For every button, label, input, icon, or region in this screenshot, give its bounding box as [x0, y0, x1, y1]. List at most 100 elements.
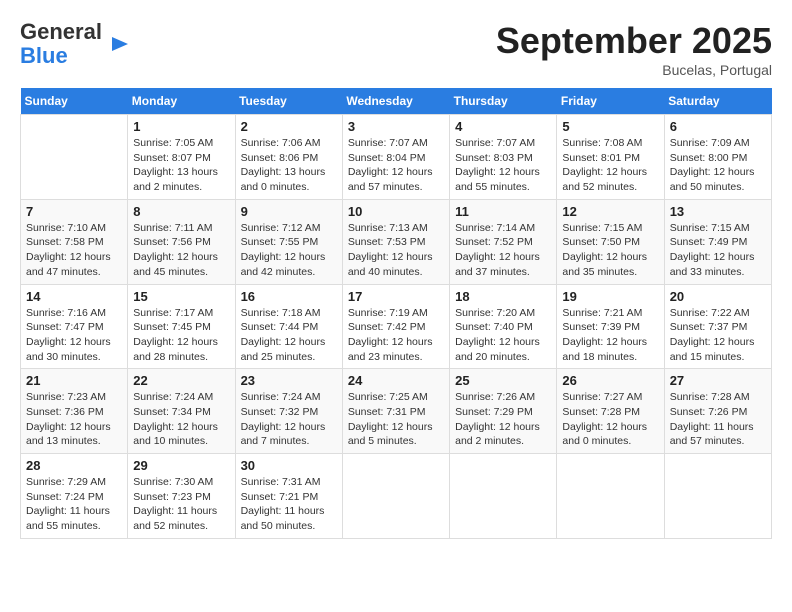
calendar-cell: 8 Sunrise: 7:11 AM Sunset: 7:56 PM Daylig… [128, 199, 235, 284]
calendar-cell: 9 Sunrise: 7:12 AM Sunset: 7:55 PM Daylig… [235, 199, 342, 284]
day-number: 3 [348, 119, 444, 134]
logo-blue: Blue [20, 43, 68, 68]
page-header: General Blue September 2025 Bucelas, Por… [20, 20, 772, 78]
title-block: September 2025 Bucelas, Portugal [496, 20, 772, 78]
calendar-cell: 7 Sunrise: 7:10 AM Sunset: 7:58 PM Daylig… [21, 199, 128, 284]
day-number: 20 [670, 289, 766, 304]
day-number: 5 [562, 119, 658, 134]
calendar-cell [664, 454, 771, 539]
day-number: 23 [241, 373, 337, 388]
calendar-cell [21, 115, 128, 200]
day-number: 4 [455, 119, 551, 134]
calendar-cell: 14 Sunrise: 7:16 AM Sunset: 7:47 PM Dayli… [21, 284, 128, 369]
calendar-table: SundayMondayTuesdayWednesdayThursdayFrid… [20, 88, 772, 539]
day-info: Sunrise: 7:10 AM Sunset: 7:58 PM Dayligh… [26, 221, 122, 280]
day-info: Sunrise: 7:15 AM Sunset: 7:49 PM Dayligh… [670, 221, 766, 280]
day-number: 12 [562, 204, 658, 219]
calendar-cell: 21 Sunrise: 7:23 AM Sunset: 7:36 PM Dayli… [21, 369, 128, 454]
calendar-cell [342, 454, 449, 539]
day-info: Sunrise: 7:20 AM Sunset: 7:40 PM Dayligh… [455, 306, 551, 365]
day-number: 14 [26, 289, 122, 304]
calendar-cell: 5 Sunrise: 7:08 AM Sunset: 8:01 PM Daylig… [557, 115, 664, 200]
day-info: Sunrise: 7:24 AM Sunset: 7:32 PM Dayligh… [241, 390, 337, 449]
day-number: 15 [133, 289, 229, 304]
day-number: 16 [241, 289, 337, 304]
calendar-cell: 24Sunrise: 7:25 AM Sunset: 7:31 PM Dayli… [342, 369, 449, 454]
day-info: Sunrise: 7:31 AM Sunset: 7:21 PM Dayligh… [241, 475, 337, 534]
day-info: Sunrise: 7:05 AM Sunset: 8:07 PM Dayligh… [133, 136, 229, 195]
day-info: Sunrise: 7:13 AM Sunset: 7:53 PM Dayligh… [348, 221, 444, 280]
day-number: 21 [26, 373, 122, 388]
day-info: Sunrise: 7:09 AM Sunset: 8:00 PM Dayligh… [670, 136, 766, 195]
calendar-cell: 12 Sunrise: 7:15 AM Sunset: 7:50 PM Dayli… [557, 199, 664, 284]
day-number: 22 [133, 373, 229, 388]
day-info: Sunrise: 7:29 AM Sunset: 7:24 PM Dayligh… [26, 475, 122, 534]
day-number: 17 [348, 289, 444, 304]
day-number: 7 [26, 204, 122, 219]
calendar-cell: 19Sunrise: 7:21 AM Sunset: 7:39 PM Dayli… [557, 284, 664, 369]
day-number: 29 [133, 458, 229, 473]
calendar-cell: 1Sunrise: 7:05 AM Sunset: 8:07 PM Daylig… [128, 115, 235, 200]
column-header-saturday: Saturday [664, 88, 771, 115]
column-header-wednesday: Wednesday [342, 88, 449, 115]
day-info: Sunrise: 7:06 AM Sunset: 8:06 PM Dayligh… [241, 136, 337, 195]
calendar-cell [450, 454, 557, 539]
day-number: 27 [670, 373, 766, 388]
day-info: Sunrise: 7:08 AM Sunset: 8:01 PM Dayligh… [562, 136, 658, 195]
day-info: Sunrise: 7:28 AM Sunset: 7:26 PM Dayligh… [670, 390, 766, 449]
calendar-cell: 20 Sunrise: 7:22 AM Sunset: 7:37 PM Dayli… [664, 284, 771, 369]
logo: General Blue [20, 20, 130, 68]
day-number: 11 [455, 204, 551, 219]
calendar-cell: 10 Sunrise: 7:13 AM Sunset: 7:53 PM Dayli… [342, 199, 449, 284]
month-title: September 2025 [496, 20, 772, 62]
day-info: Sunrise: 7:07 AM Sunset: 8:04 PM Dayligh… [348, 136, 444, 195]
calendar-cell: 2 Sunrise: 7:06 AM Sunset: 8:06 PM Daylig… [235, 115, 342, 200]
day-info: Sunrise: 7:18 AM Sunset: 7:44 PM Dayligh… [241, 306, 337, 365]
day-number: 13 [670, 204, 766, 219]
calendar-cell: 18 Sunrise: 7:20 AM Sunset: 7:40 PM Dayli… [450, 284, 557, 369]
calendar-cell: 13 Sunrise: 7:15 AM Sunset: 7:49 PM Dayli… [664, 199, 771, 284]
calendar-cell: 22 Sunrise: 7:24 AM Sunset: 7:34 PM Dayli… [128, 369, 235, 454]
calendar-cell: 11 Sunrise: 7:14 AM Sunset: 7:52 PM Dayli… [450, 199, 557, 284]
day-info: Sunrise: 7:27 AM Sunset: 7:28 PM Dayligh… [562, 390, 658, 449]
day-number: 24 [348, 373, 444, 388]
calendar-cell: 17 Sunrise: 7:19 AM Sunset: 7:42 PM Dayli… [342, 284, 449, 369]
day-info: Sunrise: 7:11 AM Sunset: 7:56 PM Dayligh… [133, 221, 229, 280]
day-number: 2 [241, 119, 337, 134]
day-info: Sunrise: 7:30 AM Sunset: 7:23 PM Dayligh… [133, 475, 229, 534]
day-number: 10 [348, 204, 444, 219]
column-header-thursday: Thursday [450, 88, 557, 115]
calendar-cell: 16 Sunrise: 7:18 AM Sunset: 7:44 PM Dayli… [235, 284, 342, 369]
calendar-week-5: 28 Sunrise: 7:29 AM Sunset: 7:24 PM Dayli… [21, 454, 772, 539]
calendar-cell: 3 Sunrise: 7:07 AM Sunset: 8:04 PM Daylig… [342, 115, 449, 200]
day-info: Sunrise: 7:14 AM Sunset: 7:52 PM Dayligh… [455, 221, 551, 280]
day-info: Sunrise: 7:22 AM Sunset: 7:37 PM Dayligh… [670, 306, 766, 365]
calendar-week-1: 1Sunrise: 7:05 AM Sunset: 8:07 PM Daylig… [21, 115, 772, 200]
calendar-cell [557, 454, 664, 539]
calendar-cell: 25Sunrise: 7:26 AM Sunset: 7:29 PM Dayli… [450, 369, 557, 454]
day-info: Sunrise: 7:16 AM Sunset: 7:47 PM Dayligh… [26, 306, 122, 365]
day-info: Sunrise: 7:15 AM Sunset: 7:50 PM Dayligh… [562, 221, 658, 280]
calendar-cell: 26 Sunrise: 7:27 AM Sunset: 7:28 PM Dayli… [557, 369, 664, 454]
logo-icon [108, 33, 130, 55]
column-header-monday: Monday [128, 88, 235, 115]
day-info: Sunrise: 7:19 AM Sunset: 7:42 PM Dayligh… [348, 306, 444, 365]
day-number: 8 [133, 204, 229, 219]
column-header-tuesday: Tuesday [235, 88, 342, 115]
day-number: 26 [562, 373, 658, 388]
day-number: 30 [241, 458, 337, 473]
day-info: Sunrise: 7:21 AM Sunset: 7:39 PM Dayligh… [562, 306, 658, 365]
calendar-cell: 28 Sunrise: 7:29 AM Sunset: 7:24 PM Dayli… [21, 454, 128, 539]
calendar-cell: 29 Sunrise: 7:30 AM Sunset: 7:23 PM Dayli… [128, 454, 235, 539]
day-info: Sunrise: 7:24 AM Sunset: 7:34 PM Dayligh… [133, 390, 229, 449]
column-header-friday: Friday [557, 88, 664, 115]
day-number: 28 [26, 458, 122, 473]
day-number: 9 [241, 204, 337, 219]
calendar-cell: 6Sunrise: 7:09 AM Sunset: 8:00 PM Daylig… [664, 115, 771, 200]
day-number: 18 [455, 289, 551, 304]
calendar-cell: 15Sunrise: 7:17 AM Sunset: 7:45 PM Dayli… [128, 284, 235, 369]
day-info: Sunrise: 7:12 AM Sunset: 7:55 PM Dayligh… [241, 221, 337, 280]
day-info: Sunrise: 7:07 AM Sunset: 8:03 PM Dayligh… [455, 136, 551, 195]
day-number: 25 [455, 373, 551, 388]
day-info: Sunrise: 7:23 AM Sunset: 7:36 PM Dayligh… [26, 390, 122, 449]
